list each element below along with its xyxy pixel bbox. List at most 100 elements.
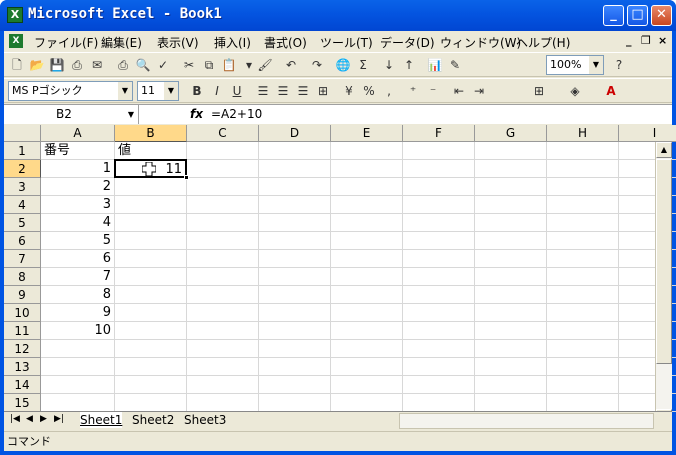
next-sheet-icon[interactable]: ▶ (40, 414, 47, 424)
column-header-i[interactable]: I (619, 125, 676, 142)
cell-c11[interactable] (187, 322, 259, 340)
chart-wizard-icon[interactable]: 📊 (426, 56, 444, 74)
chevron-down-icon[interactable]: ▼ (118, 82, 132, 100)
cell-g5[interactable] (475, 214, 547, 232)
row-header-12[interactable]: 12 (4, 340, 41, 358)
cell-a15[interactable] (41, 394, 115, 412)
select-all-button[interactable] (4, 125, 41, 142)
cell-g3[interactable] (475, 178, 547, 196)
row-header-8[interactable]: 8 (4, 268, 41, 286)
font-size-combo[interactable]: 11 ▼ (137, 81, 179, 101)
cell-a6[interactable]: 5 (41, 232, 115, 250)
vertical-scrollbar[interactable]: ▲▼ (655, 142, 672, 427)
autosum-icon[interactable]: Σ (354, 56, 372, 74)
borders-icon[interactable]: ⊞ (530, 82, 548, 100)
cell-a1[interactable]: 番号 (41, 142, 115, 160)
cell-d13[interactable] (259, 358, 331, 376)
menu-insert[interactable]: 挿入(I) (214, 34, 251, 51)
cell-e5[interactable] (331, 214, 403, 232)
cell-d14[interactable] (259, 376, 331, 394)
align-center-icon[interactable]: ☰ (274, 82, 292, 100)
column-header-f[interactable]: F (403, 125, 475, 142)
cut-icon[interactable]: ✂ (180, 56, 198, 74)
cell-b11[interactable] (115, 322, 187, 340)
cell-c14[interactable] (187, 376, 259, 394)
currency-icon[interactable]: ¥ (340, 82, 358, 100)
cell-g12[interactable] (475, 340, 547, 358)
row-header-5[interactable]: 5 (4, 214, 41, 232)
cell-c2[interactable] (187, 160, 259, 178)
cell-a8[interactable]: 7 (41, 268, 115, 286)
cell-f11[interactable] (403, 322, 475, 340)
fill-color-icon[interactable]: ◈ (566, 82, 584, 100)
cell-a5[interactable]: 4 (41, 214, 115, 232)
cell-d7[interactable] (259, 250, 331, 268)
chevron-down-icon[interactable]: ▼ (589, 56, 603, 74)
align-left-icon[interactable]: ☰ (254, 82, 272, 100)
menu-file[interactable]: ファイル(F) (34, 34, 98, 51)
cell-h11[interactable] (547, 322, 619, 340)
cell-a12[interactable] (41, 340, 115, 358)
cell-a13[interactable] (41, 358, 115, 376)
minimize-button[interactable]: _ (603, 5, 624, 26)
cell-h14[interactable] (547, 376, 619, 394)
cell-b4[interactable] (115, 196, 187, 214)
row-header-13[interactable]: 13 (4, 358, 41, 376)
cell-d12[interactable] (259, 340, 331, 358)
cell-h6[interactable] (547, 232, 619, 250)
cell-c9[interactable] (187, 286, 259, 304)
menu-edit[interactable]: 編集(E) (101, 34, 142, 51)
cell-f1[interactable] (403, 142, 475, 160)
cell-e6[interactable] (331, 232, 403, 250)
zoom-combo[interactable]: 100% ▼ (546, 55, 604, 75)
row-header-6[interactable]: 6 (4, 232, 41, 250)
row-header-15[interactable]: 15 (4, 394, 41, 412)
cell-b9[interactable] (115, 286, 187, 304)
insert-function-icon[interactable]: fx (190, 107, 203, 121)
spelling-icon[interactable]: ✓ (154, 56, 172, 74)
font-color-icon[interactable]: A (602, 82, 620, 100)
row-header-4[interactable]: 4 (4, 196, 41, 214)
cell-e9[interactable] (331, 286, 403, 304)
menu-help[interactable]: ヘルプ(H) (516, 34, 570, 51)
percent-button[interactable]: % (360, 82, 378, 100)
fill-handle[interactable] (184, 175, 189, 180)
cell-f9[interactable] (403, 286, 475, 304)
maximize-button[interactable]: □ (627, 5, 648, 26)
scroll-up-icon[interactable]: ▲ (656, 142, 672, 158)
cell-g6[interactable] (475, 232, 547, 250)
redo-icon[interactable]: ↷ (308, 56, 326, 74)
chevron-down-icon[interactable]: ▼ (128, 105, 134, 124)
mdi-close-button[interactable]: × (658, 34, 667, 47)
cell-b15[interactable] (115, 394, 187, 412)
cell-f7[interactable] (403, 250, 475, 268)
cell-b1[interactable]: 値 (115, 142, 187, 160)
menu-format[interactable]: 書式(O) (264, 34, 307, 51)
last-sheet-icon[interactable]: ▶| (54, 414, 64, 424)
cell-f15[interactable] (403, 394, 475, 412)
cell-c8[interactable] (187, 268, 259, 286)
cell-h8[interactable] (547, 268, 619, 286)
increase-indent-icon[interactable]: ⇥ (470, 82, 488, 100)
italic-button[interactable]: I (208, 82, 226, 100)
cell-a10[interactable]: 9 (41, 304, 115, 322)
formula-input[interactable]: =A2+10 (211, 107, 262, 121)
cell-f13[interactable] (403, 358, 475, 376)
cell-h13[interactable] (547, 358, 619, 376)
cell-d1[interactable] (259, 142, 331, 160)
cell-d2[interactable] (259, 160, 331, 178)
hyperlink-icon[interactable]: 🌐 (334, 56, 352, 74)
cell-g13[interactable] (475, 358, 547, 376)
row-header-7[interactable]: 7 (4, 250, 41, 268)
column-header-d[interactable]: D (259, 125, 331, 142)
column-header-h[interactable]: H (547, 125, 619, 142)
cell-b14[interactable] (115, 376, 187, 394)
align-right-icon[interactable]: ☰ (294, 82, 312, 100)
cell-e1[interactable] (331, 142, 403, 160)
cell-f12[interactable] (403, 340, 475, 358)
menu-tools[interactable]: ツール(T) (320, 34, 373, 51)
bold-button[interactable]: B (188, 82, 206, 100)
tab-sheet1[interactable]: Sheet1 (80, 412, 123, 428)
paste-icon[interactable]: 📋 (220, 56, 238, 74)
row-header-1[interactable]: 1 (4, 142, 41, 160)
